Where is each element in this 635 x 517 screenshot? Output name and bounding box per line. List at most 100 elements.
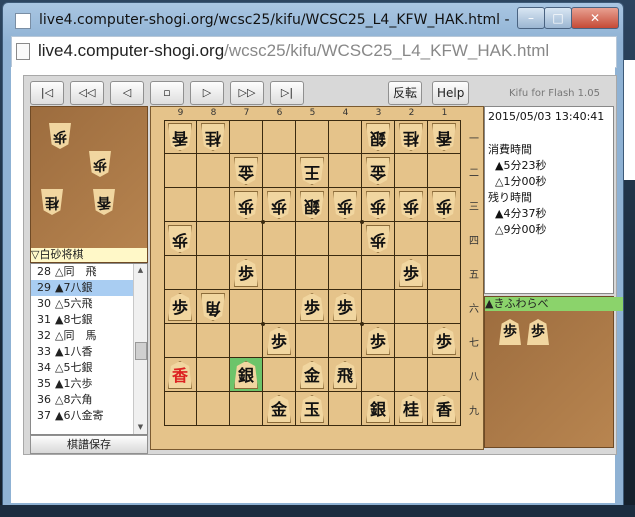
board-square[interactable] <box>164 154 197 188</box>
board-square[interactable] <box>329 154 362 188</box>
board-square[interactable] <box>395 290 428 324</box>
board-square[interactable] <box>362 256 395 290</box>
board-square[interactable] <box>395 324 428 358</box>
board-square[interactable] <box>329 324 362 358</box>
gote-piece[interactable]: 歩 <box>234 191 258 219</box>
move-list-item[interactable]: 35 ▲1六歩 <box>31 376 147 392</box>
sente-piece[interactable]: 歩 <box>432 327 456 355</box>
board-square[interactable] <box>263 256 296 290</box>
sente-piece[interactable]: 歩 <box>234 259 258 287</box>
board-square[interactable] <box>164 392 197 426</box>
last-move-button[interactable]: ▷| <box>270 81 304 105</box>
close-button[interactable]: ✕ <box>571 7 619 29</box>
board-square[interactable] <box>263 154 296 188</box>
board-square[interactable] <box>428 358 461 392</box>
gote-piece[interactable]: 香 <box>432 123 456 151</box>
gote-hand-piece[interactable]: 歩 <box>89 151 111 177</box>
move-list-item[interactable]: 36 △8六角 <box>31 392 147 408</box>
board-square[interactable] <box>263 358 296 392</box>
url-text[interactable]: live4.computer-shogi.org/wcsc25/kifu/WCS… <box>38 41 549 61</box>
sente-piece[interactable]: 銀 <box>234 361 258 389</box>
sente-hand-piece[interactable]: 歩 <box>527 319 549 345</box>
flip-board-button[interactable]: 反転 <box>388 81 423 105</box>
sente-piece[interactable]: 香 <box>168 361 192 389</box>
sente-piece[interactable]: 歩 <box>399 259 423 287</box>
board-square[interactable] <box>395 358 428 392</box>
board-square[interactable] <box>164 188 197 222</box>
move-list-item[interactable]: 33 ▲1八香 <box>31 344 147 360</box>
move-list-item[interactable]: 28 △同 飛 <box>31 264 147 280</box>
board-square[interactable] <box>428 154 461 188</box>
sente-piece[interactable]: 歩 <box>267 327 291 355</box>
move-list[interactable]: 28 △同 飛 29 ▲7八銀 30 △5六飛 31 ▲8七銀 32 △同 馬 33 ▲1八香 34 △5… <box>30 263 148 435</box>
gote-piece[interactable]: 桂 <box>201 123 225 151</box>
scroll-down-icon[interactable]: ▼ <box>134 421 147 434</box>
move-list-item[interactable]: 34 △5七銀 <box>31 360 147 376</box>
board-square[interactable] <box>230 120 263 154</box>
gote-piece[interactable]: 金 <box>366 157 390 185</box>
board-square[interactable] <box>428 256 461 290</box>
sente-piece[interactable]: 歩 <box>168 293 192 321</box>
gote-piece[interactable]: 桂 <box>399 123 423 151</box>
board-square[interactable] <box>263 120 296 154</box>
gote-piece[interactable]: 歩 <box>432 191 456 219</box>
board-square[interactable] <box>197 392 230 426</box>
board-square[interactable] <box>197 256 230 290</box>
forward-button[interactable]: ▷ <box>190 81 224 105</box>
gote-piece[interactable]: 歩 <box>267 191 291 219</box>
gote-hand-piece[interactable]: 桂 <box>41 189 63 215</box>
move-list-scrollbar[interactable]: ▲ ▼ <box>133 264 147 434</box>
board-square[interactable] <box>362 290 395 324</box>
gote-hand-piece[interactable]: 香 <box>93 189 115 215</box>
board-square[interactable] <box>296 324 329 358</box>
board-square[interactable] <box>395 222 428 256</box>
sente-piece[interactable]: 歩 <box>333 293 357 321</box>
gote-piece[interactable]: 歩 <box>366 225 390 253</box>
board-square[interactable] <box>263 290 296 324</box>
board-square[interactable] <box>197 154 230 188</box>
gote-piece[interactable]: 歩 <box>333 191 357 219</box>
board-square[interactable] <box>296 222 329 256</box>
board-square[interactable] <box>197 358 230 392</box>
move-list-item[interactable]: 30 △5六飛 <box>31 296 147 312</box>
forward-10-button[interactable]: ▷▷ <box>230 81 264 105</box>
back-button[interactable]: ◁ <box>110 81 144 105</box>
move-list-item[interactable]: 29 ▲7八銀 <box>31 280 147 296</box>
board-square[interactable] <box>230 222 263 256</box>
board-square[interactable] <box>263 222 296 256</box>
move-list-item[interactable]: 37 ▲6八金寄 <box>31 408 147 424</box>
sente-piece[interactable]: 金 <box>300 361 324 389</box>
board-square[interactable] <box>329 392 362 426</box>
stop-button[interactable]: ▫ <box>150 81 184 105</box>
gote-piece[interactable]: 角 <box>201 293 225 321</box>
scroll-thumb[interactable] <box>135 342 147 360</box>
gote-piece[interactable]: 歩 <box>168 225 192 253</box>
sente-piece[interactable]: 桂 <box>399 395 423 423</box>
sente-hand-piece[interactable]: 歩 <box>499 319 521 345</box>
sente-piece[interactable]: 銀 <box>366 395 390 423</box>
board-square[interactable] <box>329 222 362 256</box>
board-square[interactable] <box>164 256 197 290</box>
sente-piece[interactable]: 歩 <box>300 293 324 321</box>
board-square[interactable] <box>296 256 329 290</box>
gote-piece[interactable]: 香 <box>168 123 192 151</box>
move-list-item[interactable]: 31 ▲8七銀 <box>31 312 147 328</box>
gote-hand-piece[interactable]: 歩 <box>49 123 71 149</box>
gote-piece[interactable]: 歩 <box>366 191 390 219</box>
board-square[interactable] <box>230 324 263 358</box>
address-bar[interactable]: live4.computer-shogi.org/wcsc25/kifu/WCS… <box>11 36 617 68</box>
board-square[interactable] <box>164 324 197 358</box>
gote-piece[interactable]: 銀 <box>300 191 324 219</box>
save-kifu-button[interactable]: 棋譜保存 <box>30 435 148 454</box>
sente-piece[interactable]: 香 <box>432 395 456 423</box>
board-square[interactable] <box>230 392 263 426</box>
minimize-button[interactable]: – <box>517 7 545 29</box>
board-square[interactable] <box>395 154 428 188</box>
sente-piece[interactable]: 金 <box>267 395 291 423</box>
move-list-item[interactable]: 32 △同 馬 <box>31 328 147 344</box>
board-square[interactable] <box>197 188 230 222</box>
board-square[interactable] <box>230 290 263 324</box>
sente-piece[interactable]: 玉 <box>300 395 324 423</box>
title-bar[interactable]: live4.computer-shogi.org/wcsc25/kifu/WCS… <box>3 3 623 39</box>
sente-piece[interactable]: 歩 <box>366 327 390 355</box>
